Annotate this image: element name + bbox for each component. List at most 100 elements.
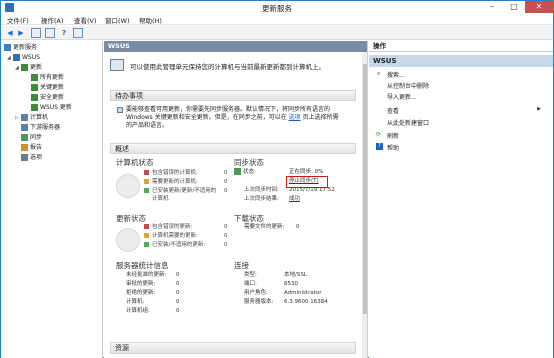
updates-icon: [31, 94, 38, 101]
menu-window[interactable]: 窗口(W): [105, 15, 130, 25]
console-tree: 更新服务 ◢ WSUS ◢ 更新 所有更新 关键更新 安全更新 WSUS 更新 ▷ 计…: [1, 41, 103, 358]
tree-all-updates[interactable]: 所有更新: [31, 73, 64, 82]
tree-reports[interactable]: 报告: [21, 143, 42, 152]
overview-section-header[interactable]: 概述: [110, 143, 356, 154]
tree-options[interactable]: 选项: [21, 153, 42, 162]
sync-icon: [21, 134, 28, 141]
todo-text: 要能够查看可用更新，你需要先同步服务器。默认情况下，将同步所有语言的 Windo…: [126, 106, 354, 130]
resources-section-header[interactable]: 资源: [110, 342, 356, 354]
stat-approved-label: 审批的更新:: [126, 281, 156, 287]
todo-line-2: Windows 关键更新和安全更新。但是，在同步之前，可以在: [126, 114, 287, 121]
tree-root[interactable]: 更新服务: [4, 43, 37, 52]
tree-downstream[interactable]: 下游服务器: [21, 123, 60, 132]
servers-icon: [21, 124, 28, 131]
center-scrollbar[interactable]: [362, 52, 367, 358]
action-help[interactable]: ? 帮助: [376, 143, 399, 152]
console-tree-icon[interactable]: [31, 28, 41, 38]
stat-computers-value: 0: [176, 299, 180, 305]
tree-wsus-updates[interactable]: WSUS 更新: [31, 103, 72, 112]
maximize-button[interactable]: □: [503, 1, 525, 13]
stat-groups-label: 计算机组:: [126, 308, 150, 314]
todo-line-1: 要能够查看可用更新，你需要先同步服务器。默认情况下，将同步所有语言的: [126, 106, 331, 113]
stat-computers-label: 计算机:: [126, 299, 145, 305]
conn-type-label: 类型:: [244, 272, 257, 278]
stop-sync-link[interactable]: 停止同步(T): [289, 177, 319, 186]
action-label: 刷新: [387, 133, 400, 140]
tree-updates[interactable]: ◢ 更新: [15, 63, 42, 72]
tree-sync-label: 同步: [30, 134, 43, 141]
stat-unapproved-label: 未经批准的更新:: [126, 272, 167, 278]
properties-icon[interactable]: [45, 28, 55, 38]
tree-root-label: 更新服务: [13, 44, 38, 51]
minimize-button[interactable]: –: [481, 1, 503, 13]
legend-label: 包含错误的计算机:: [152, 170, 198, 176]
tree-downstream-label: 下游服务器: [30, 124, 61, 131]
computer-legend-installed-cont: 计算机: [152, 196, 169, 202]
stat-unapproved-value: 0: [176, 272, 180, 278]
forward-arrow-icon[interactable]: ▶: [16, 28, 26, 38]
todo-section-header[interactable]: 待办事项: [110, 90, 356, 101]
action-view[interactable]: 查看 ▶: [387, 106, 547, 115]
tree-computers[interactable]: ▷ 计算机: [15, 113, 48, 122]
todo-line-3: 页上选择所需: [302, 114, 339, 121]
tree-security-updates[interactable]: 安全更新: [31, 93, 64, 102]
conn-version-value: 6.3.9600.16384: [284, 299, 328, 305]
tree-all-updates-label: 所有更新: [40, 74, 65, 81]
action-remove-from-console[interactable]: 从控制台中删除: [387, 81, 429, 90]
sync-status-title: 同步状态: [234, 158, 264, 167]
update-errors-value: 0: [224, 224, 228, 230]
menu-help[interactable]: 帮助(H): [139, 15, 162, 25]
server-stats-title: 服务器统计信息: [116, 261, 169, 270]
action-import-updates[interactable]: 导入更新...: [387, 92, 417, 101]
search-icon: ⌕: [377, 70, 381, 77]
back-arrow-icon[interactable]: ◀: [5, 28, 15, 38]
actions-pane: 操作 WSUS ⌕ 搜索... 从控制台中删除 导入更新... 查看 ▶ 从此处…: [369, 41, 553, 358]
computer-legend-installed: 已安装更新/更新/不适用的: [144, 187, 216, 195]
close-button[interactable]: ✕: [525, 1, 553, 13]
computer-errors-value: 0: [224, 170, 228, 176]
update-installed-value: 0: [224, 242, 228, 248]
menu-view[interactable]: 查看(V): [74, 15, 97, 25]
last-sync-label: 上次同步时间:: [244, 187, 279, 193]
conn-port-value: 8530: [284, 281, 298, 287]
tree-critical-updates[interactable]: 关键更新: [31, 83, 64, 92]
menu-file[interactable]: 文件(F): [7, 15, 29, 25]
last-result-label: 上次同步结果:: [244, 196, 279, 202]
actions-title: 操作: [369, 41, 553, 52]
conn-role-value: Administrator: [284, 290, 322, 296]
server-icon: [13, 54, 20, 61]
computer-status-pie: [116, 174, 140, 198]
update-legend-installed: 已安装/不适用的更新:: [144, 241, 205, 249]
sync-status-row: 状态:: [234, 168, 256, 177]
center-pane: WSUS 可以使用此管理单元保持您的计算机与当前最新更新都到计算机上。 待办事项…: [104, 41, 368, 358]
tree-sync[interactable]: 同步: [21, 133, 42, 142]
menu-action[interactable]: 操作(A): [41, 15, 64, 25]
action-new-window[interactable]: 从此处新建窗口: [387, 118, 429, 127]
action-search[interactable]: ⌕ 搜索...: [377, 70, 405, 79]
help-icon[interactable]: ?: [59, 28, 69, 38]
updates-icon: [31, 84, 38, 91]
refresh-icon: ⟳: [376, 131, 382, 138]
tree-critical-label: 关键更新: [40, 84, 65, 91]
options-link[interactable]: 选项: [289, 114, 301, 121]
tree-wsus[interactable]: ◢ WSUS: [7, 53, 40, 62]
show-hide-action-pane-icon[interactable]: [73, 28, 83, 38]
tree-options-label: 选项: [30, 154, 43, 161]
tree-security-label: 安全更新: [40, 94, 65, 101]
computer-status-title: 计算机状态: [116, 158, 154, 167]
conn-port-label: 端口:: [244, 281, 257, 287]
action-refresh[interactable]: ⟳ 刷新: [376, 131, 400, 140]
monitor-icon: [110, 59, 124, 71]
actions-group-wsus[interactable]: WSUS: [369, 55, 553, 67]
updates-icon: [31, 74, 38, 81]
center-header: WSUS: [104, 41, 367, 52]
update-needed-value: 0: [224, 233, 228, 239]
download-value: 0: [296, 224, 300, 230]
swatch: [144, 233, 149, 238]
stat-declined-value: 0: [176, 290, 180, 296]
scroll-thumb[interactable]: [363, 64, 367, 314]
tree-reports-label: 报告: [30, 144, 43, 151]
tree-wsus-updates-label: WSUS 更新: [40, 104, 72, 111]
info-icon: [117, 107, 123, 113]
last-result-link[interactable]: 成功: [289, 195, 300, 204]
